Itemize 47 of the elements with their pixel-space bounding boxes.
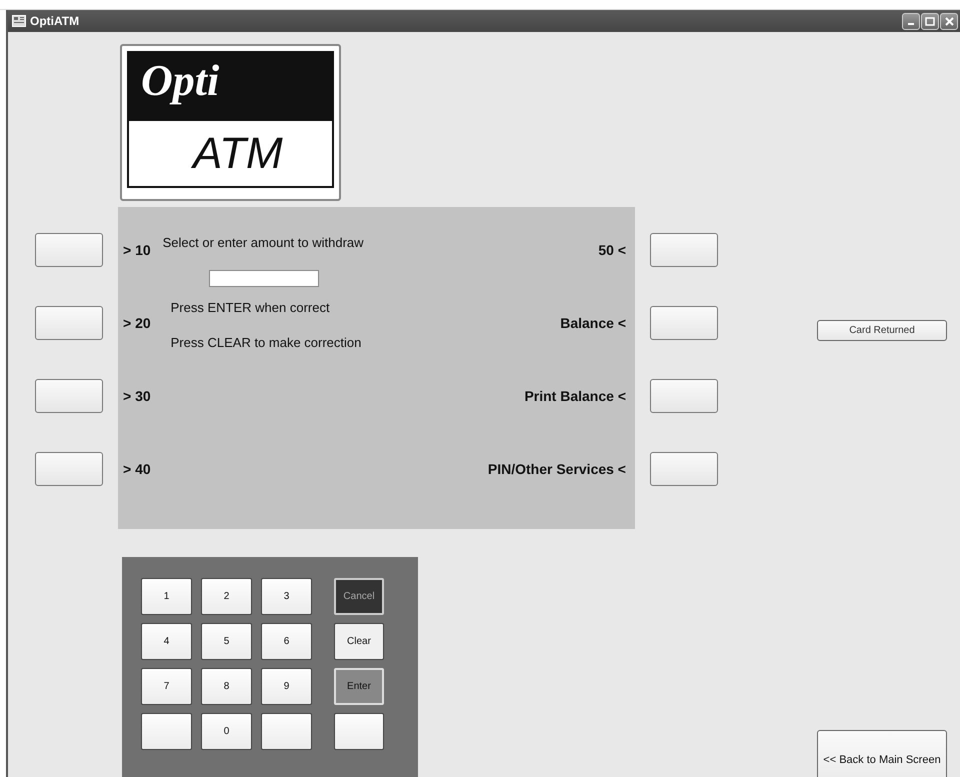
- close-button[interactable]: [940, 12, 958, 30]
- prompt-hint: Press ENTER when correct: [170, 298, 330, 316]
- option-button[interactable]: [35, 306, 103, 340]
- maximize-icon: [925, 16, 935, 26]
- logo-text: ATM: [127, 119, 334, 188]
- option-label: > 30: [123, 387, 151, 406]
- close-icon: [944, 16, 954, 26]
- clear-key[interactable]: Clear: [334, 623, 384, 660]
- enter-key[interactable]: Enter: [334, 668, 384, 705]
- blank-key[interactable]: [261, 713, 312, 750]
- option-button[interactable]: [35, 452, 103, 486]
- blank-key[interactable]: [141, 713, 192, 750]
- option-label: > 40: [123, 460, 151, 479]
- prompt-hint: Press CLEAR to make correction: [170, 334, 362, 352]
- digit-key[interactable]: 2: [201, 578, 252, 615]
- digit-key[interactable]: 7: [141, 668, 192, 705]
- digit-key[interactable]: 6: [261, 623, 312, 660]
- option-button[interactable]: [35, 379, 103, 413]
- logo-text: Opti: [127, 51, 334, 119]
- digit-key[interactable]: 4: [141, 623, 192, 660]
- window-title: OptiATM: [30, 13, 80, 30]
- option-label: Balance <: [559, 314, 626, 333]
- option-button[interactable]: [650, 306, 718, 340]
- digit-key[interactable]: 9: [261, 668, 312, 705]
- cancel-key[interactable]: Cancel: [334, 578, 384, 615]
- digit-key[interactable]: 0: [201, 713, 252, 750]
- option-label: Print Balance <: [523, 387, 626, 406]
- option-button[interactable]: [650, 379, 718, 413]
- option-button[interactable]: [650, 233, 718, 267]
- option-label: 50 <: [597, 241, 626, 260]
- minimize-button[interactable]: [902, 12, 920, 30]
- option-button[interactable]: [35, 233, 103, 267]
- app-icon: [12, 15, 26, 27]
- option-label: PIN/Other Services <: [488, 460, 626, 479]
- blank-key[interactable]: [334, 713, 384, 750]
- amount-field[interactable]: [208, 270, 319, 286]
- maximize-button[interactable]: [921, 12, 939, 30]
- digit-key[interactable]: 1: [141, 578, 192, 615]
- back-button[interactable]: << Back to Main Screen: [817, 730, 947, 777]
- option-button[interactable]: [650, 452, 718, 486]
- digit-key[interactable]: 5: [201, 623, 252, 660]
- card-returned-button[interactable]: Card Returned: [817, 320, 947, 341]
- digit-key[interactable]: 3: [261, 578, 312, 615]
- prompt-heading: Select or enter amount to withdraw: [162, 234, 364, 252]
- option-label: > 20: [123, 314, 151, 333]
- digit-key[interactable]: 8: [201, 668, 252, 705]
- option-label: > 10: [123, 241, 151, 260]
